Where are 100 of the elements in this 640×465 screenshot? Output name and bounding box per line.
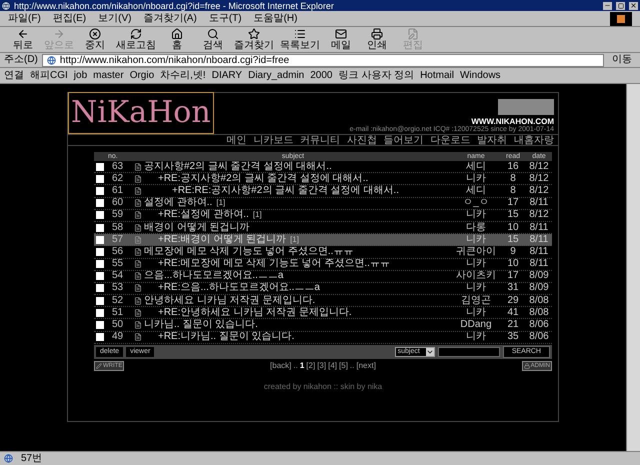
- nav-link[interactable]: 커뮤니티: [297, 135, 340, 145]
- nav-link[interactable]: 내홈자랑: [511, 135, 554, 145]
- row-checkbox[interactable]: [96, 199, 104, 208]
- page-link[interactable]: [3]: [317, 360, 326, 371]
- post-row[interactable]: 55 +RE:메모장에 메모 삭제 기능도 넣어 주셨으면..ㅠㅠ 니카 10 8/11: [94, 258, 552, 271]
- row-checkbox[interactable]: [96, 236, 104, 244]
- post-subject[interactable]: 니카님.. 질문이 있습니다.: [144, 319, 258, 332]
- post-row[interactable]: 57 +RE:배경이 어떻게 된겁니까 [1] 니카 15 8/11: [94, 234, 552, 246]
- link-item[interactable]: 링크 사용자 정의: [338, 70, 414, 82]
- post-subject[interactable]: +RE:으음...하나도모르겠어요..ㅡㅡa: [158, 282, 320, 294]
- link-item[interactable]: 해피CGI: [30, 70, 68, 82]
- row-checkbox[interactable]: [96, 260, 104, 268]
- page-link[interactable]: [4]: [328, 360, 338, 371]
- toolbar-button[interactable]: 중지: [80, 28, 110, 51]
- link-item[interactable]: Orgio: [130, 70, 154, 82]
- menu-item[interactable]: 파일(F): [8, 12, 41, 24]
- page-link[interactable]: [2]: [306, 360, 316, 371]
- maximize-button[interactable]: [616, 2, 625, 10]
- link-item[interactable]: master: [93, 70, 124, 82]
- row-checkbox[interactable]: [96, 174, 104, 183]
- row-checkbox[interactable]: [96, 211, 104, 220]
- search-field[interactable]: [438, 346, 500, 357]
- nav-link[interactable]: 사진첩: [344, 135, 377, 145]
- toolbar-button[interactable]: 홈: [162, 28, 192, 51]
- post-row[interactable]: 56 메모장에 메모 삭제 기능도 넣어 주셨으면..ㅠㅠ 귀큰아이 9 8/11: [94, 246, 552, 258]
- close-icon: [630, 2, 637, 9]
- row-checkbox[interactable]: [96, 162, 104, 171]
- link-item[interactable]: job: [74, 70, 88, 82]
- post-subject[interactable]: +RE:RE:공지사항#2의 글씨 줄간격 설정에 대해서..: [172, 184, 399, 197]
- post-row[interactable]: 63 공지사항#2의 글씨 줄간격 설정에 대해서.. 세디 16 8/12: [94, 161, 552, 174]
- nav-link[interactable]: 발자취: [474, 135, 508, 145]
- post-row[interactable]: 59 +RE:설정에 관하여.. [1] 니카 15 8/12: [94, 210, 552, 222]
- toolbar-button[interactable]: 뒤로: [8, 28, 38, 51]
- row-checkbox[interactable]: [96, 296, 104, 305]
- post-row[interactable]: 50 니카님.. 질문이 있습니다. DDang 21 8/06: [94, 319, 552, 332]
- post-row[interactable]: 53 +RE:으음...하나도모르겠어요..ㅡㅡa 니카 31 8/09: [94, 282, 552, 296]
- toolbar-button[interactable]: 즐겨찾기: [234, 28, 274, 51]
- link-item[interactable]: 2000: [310, 70, 332, 82]
- next-link[interactable]: [next]: [356, 360, 376, 371]
- post-row[interactable]: 58 배경이 어떻게 된겁니까 다롱 10 8/11: [94, 222, 552, 234]
- close-button[interactable]: [629, 2, 638, 10]
- back-link[interactable]: [back]: [270, 360, 292, 371]
- toolbar-button[interactable]: 새로고침: [116, 28, 156, 51]
- post-row[interactable]: 51 +RE:안녕하세요 니카님 저작권 문제입니다. 니카 41 8/08: [94, 307, 552, 320]
- post-subject[interactable]: 메모장에 메모 삭제 기능도 넣어 주셨으면..ㅠㅠ: [144, 246, 354, 258]
- link-item[interactable]: DIARY: [212, 70, 242, 82]
- post-row[interactable]: 49 +RE:니카님.. 질문이 있습니다. 니카 35 8/06: [94, 332, 552, 344]
- toolbar-button[interactable]: 검색: [198, 28, 228, 51]
- post-subject[interactable]: 안녕하세요 니카님 저작권 문제입니다.: [144, 294, 316, 307]
- post-row[interactable]: 52 안녕하세요 니카님 저작권 문제입니다. 김영곤 29 8/08: [94, 295, 552, 308]
- row-checkbox[interactable]: [96, 186, 104, 195]
- minimize-button[interactable]: [603, 2, 612, 10]
- nav-link[interactable]: 들어보기: [380, 135, 424, 145]
- post-subject[interactable]: +RE:안녕하세요 니카님 저작권 문제입니다.: [158, 306, 352, 319]
- nav-link[interactable]: 다운로드: [428, 135, 470, 145]
- menu-item[interactable]: 보기(V): [98, 12, 132, 24]
- post-subject[interactable]: 공지사항#2의 글씨 줄간격 설정에 대해서..: [144, 160, 332, 173]
- link-item[interactable]: Hotmail: [420, 70, 454, 82]
- page-link[interactable]: [5]: [339, 360, 348, 371]
- post-subject[interactable]: 배경이 어떻게 된겁니까: [144, 222, 250, 234]
- toolbar-button[interactable]: 메일: [326, 28, 356, 51]
- scrollbar[interactable]: [626, 84, 640, 451]
- read-count: 15: [506, 209, 520, 222]
- row-checkbox[interactable]: [96, 333, 104, 342]
- author-name: 니카: [465, 234, 487, 246]
- link-item[interactable]: Diary_admin: [248, 70, 304, 82]
- post-subject[interactable]: +RE:메모장에 메모 삭제 기능도 넣어 주셨으면..ㅠㅠ: [158, 258, 390, 270]
- row-checkbox[interactable]: [96, 224, 104, 232]
- nav-link[interactable]: 니카보드: [250, 135, 294, 145]
- page-link[interactable]: 1: [300, 360, 304, 371]
- link-item[interactable]: Windows: [460, 70, 501, 82]
- post-row[interactable]: 61 +RE:RE:공지사항#2의 글씨 줄간격 설정에 대해서.. 세디 8 8/12: [94, 185, 552, 198]
- row-checkbox[interactable]: [96, 308, 104, 317]
- post-row[interactable]: 54 으음...하나도모르겠어요..ㅡㅡa 사이츠키 17 8/09: [94, 270, 552, 283]
- post-row[interactable]: 62 +RE:공지사항#2의 글씨 줄간격 설정에 대해서.. 니카 8 8/12: [94, 173, 552, 186]
- nav-link[interactable]: 메인: [224, 135, 247, 145]
- toolbar-button[interactable]: 목록보기: [280, 28, 320, 51]
- link-item[interactable]: 차수리,넷!: [160, 70, 206, 82]
- document-icon: [134, 308, 142, 317]
- post-subject[interactable]: 설정에 관하여..: [144, 197, 212, 210]
- post-subject[interactable]: +RE:배경이 어떻게 된겁니까: [158, 234, 286, 246]
- row-checkbox[interactable]: [96, 272, 104, 280]
- page-separator: ..: [293, 360, 298, 371]
- go-button[interactable]: 이동: [608, 54, 636, 66]
- row-checkbox[interactable]: [96, 284, 104, 292]
- row-checkbox[interactable]: [96, 321, 104, 330]
- post-subject[interactable]: +RE:설정에 관하여..: [158, 209, 249, 222]
- post-subject[interactable]: +RE:니카님.. 질문이 있습니다.: [158, 331, 294, 344]
- address-field[interactable]: http://www.nikahon.com/nikahon/nboard.cgi?id=free: [42, 54, 604, 66]
- row-checkbox[interactable]: [96, 248, 104, 256]
- menu-item[interactable]: 즐겨찾기(A): [143, 12, 197, 24]
- menu-item[interactable]: 도움말(H): [254, 12, 298, 24]
- menu-item[interactable]: 편집(E): [52, 12, 86, 24]
- menu-item[interactable]: 도구(T): [208, 12, 242, 24]
- post-subject[interactable]: +RE:공지사항#2의 글씨 줄간격 설정에 대해서..: [158, 172, 368, 185]
- post-subject[interactable]: 으음...하나도모르겠어요..ㅡㅡa: [144, 270, 284, 282]
- toolbar-button[interactable]: 인쇄: [362, 28, 392, 51]
- author-name: 니카: [465, 209, 487, 222]
- document-icon: [134, 211, 142, 220]
- post-row[interactable]: 60 설정에 관하여.. [1] ㅇ_ㅇ 17 8/11: [94, 198, 552, 210]
